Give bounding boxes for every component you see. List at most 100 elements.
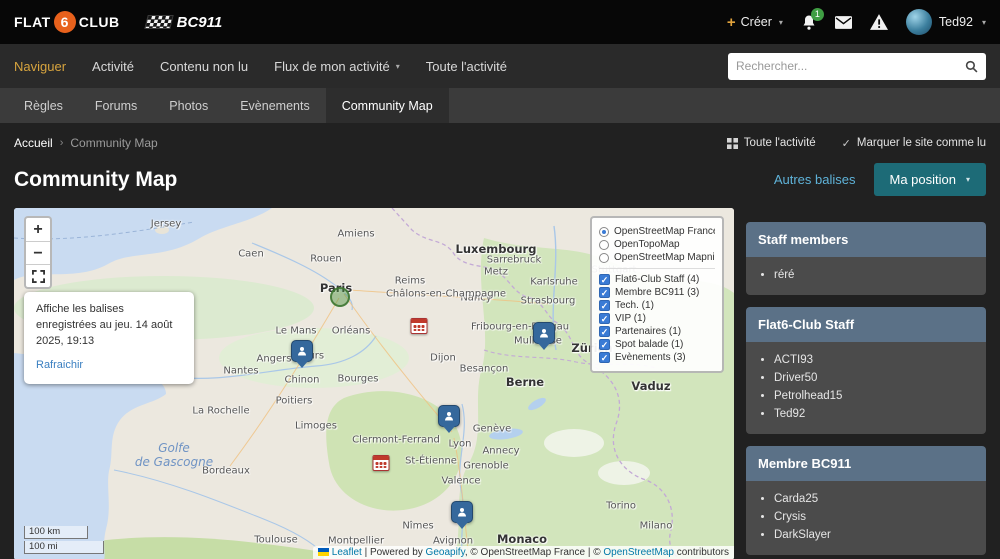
subnav-item-list: RèglesForumsPhotosEvènementsCommunity Ma… (8, 88, 449, 123)
layer-control[interactable]: OpenStreetMap France OpenTopoMap OpenStree… (590, 216, 724, 373)
logo-6-badge: 6 (54, 11, 76, 33)
person-icon (456, 506, 468, 518)
popup-text-line1: Affiche les balises (36, 302, 182, 318)
search-button[interactable] (965, 60, 978, 73)
event-calendar-marker[interactable] (373, 455, 390, 471)
ukraine-flag-icon (318, 548, 329, 556)
sidebar-group-title: Membre BC911 (746, 446, 986, 481)
member-pin-marker[interactable] (451, 501, 473, 530)
member-pin-marker[interactable] (291, 340, 313, 369)
attribution-text-tail: contributors (674, 547, 729, 558)
logo-bc911-text: BC911 (177, 14, 223, 31)
nav-item-naviguer[interactable]: Naviguer (14, 59, 66, 74)
page-title: Community Map (14, 168, 177, 192)
fullscreen-button[interactable] (26, 264, 50, 287)
base-layer-label: OpenStreetMap France (614, 226, 715, 237)
radio-icon (599, 253, 609, 263)
member-list: ACTI93Driver50Petrolhead15Ted92 (746, 342, 986, 434)
community-map[interactable]: ParisLuxembourgBerneVaduzMonacoZürichJer… (14, 208, 734, 559)
member-pin-marker[interactable] (533, 322, 555, 351)
base-layer-option[interactable]: OpenStreetMap Mapnik (599, 252, 715, 263)
member-link[interactable]: Carda25 (774, 490, 974, 508)
overlay-option[interactable]: ✓Evènements (3) (599, 352, 715, 363)
base-layer-label: OpenStreetMap Mapnik (614, 252, 715, 263)
member-link[interactable]: Driver50 (774, 369, 974, 387)
map-info-popup: Affiche les balises enregistrées au jeu.… (24, 292, 194, 384)
nav-item-toute-l-activit[interactable]: Toute l'activité (426, 59, 507, 74)
caret-down-icon: ▾ (982, 18, 986, 27)
base-layer-option[interactable]: OpenTopoMap (599, 239, 715, 250)
zoom-in-button[interactable]: + (26, 218, 50, 241)
all-activity-link[interactable]: Toute l'activité (727, 137, 816, 150)
overlay-option[interactable]: ✓Tech. (1) (599, 300, 715, 311)
member-link[interactable]: DarkSlayer (774, 526, 974, 544)
subnav-item-photos[interactable]: Photos (153, 88, 224, 123)
create-button[interactable]: + Créer ▾ (727, 14, 783, 31)
search-input[interactable] (736, 59, 965, 73)
pin-tail (296, 361, 308, 374)
user-menu[interactable]: Ted92 ▾ (906, 9, 986, 35)
notifications-button[interactable]: 1 (801, 14, 817, 31)
breadcrumb-home[interactable]: Accueil (14, 136, 53, 150)
logo-flat-text: FLAT (14, 14, 51, 30)
nav-item-flux-de-mon-activit[interactable]: Flux de mon activité▾ (274, 59, 400, 74)
sidebar-group-title: Staff members (746, 222, 986, 257)
mark-site-read-link[interactable]: ✓ Marquer le site comme lu (842, 137, 986, 150)
overlay-option[interactable]: ✓VIP (1) (599, 313, 715, 324)
nav-item-contenu-non-lu[interactable]: Contenu non lu (160, 59, 248, 74)
overlay-option[interactable]: ✓Flat6-Club Staff (4) (599, 274, 715, 285)
overlay-option[interactable]: ✓Partenaires (1) (599, 326, 715, 337)
pin-tail (538, 343, 550, 356)
grid-icon (727, 138, 738, 149)
member-link[interactable]: Crysis (774, 508, 974, 526)
checkbox-icon: ✓ (599, 339, 610, 350)
overlay-label: Tech. (1) (615, 300, 654, 311)
osm-link[interactable]: OpenStreetMap (603, 547, 674, 558)
top-actions: + Créer ▾ 1 Ted92 ▾ (727, 9, 986, 35)
nav-item-list: Naviguer Activité Contenu non lu Flux de mo… (14, 59, 507, 74)
member-link[interactable]: ACTI93 (774, 351, 974, 369)
overlay-label: Flat6-Club Staff (4) (615, 274, 699, 285)
envelope-icon (835, 16, 852, 29)
geoapify-link[interactable]: Geoapify (426, 547, 465, 558)
base-layer-option[interactable]: OpenStreetMap France (599, 226, 715, 237)
member-link[interactable]: Ted92 (774, 405, 974, 423)
calendar-icon (374, 456, 389, 460)
overlay-label: Partenaires (1) (615, 326, 681, 337)
messages-button[interactable] (835, 16, 852, 29)
overlay-option[interactable]: ✓Spot balade (1) (599, 339, 715, 350)
nav-item-activit[interactable]: Activité (92, 59, 134, 74)
scale-mi: 100 mi (24, 541, 104, 554)
zoom-out-button[interactable]: − (26, 241, 50, 264)
breadcrumb-row: Accueil › Community Map Toute l'activité… (0, 123, 1000, 159)
radio-icon (599, 240, 609, 250)
page-title-row: Community Map Autres balises Ma position… (0, 159, 1000, 208)
bc911-logo[interactable]: BC911 (146, 14, 223, 31)
leaflet-link[interactable]: Leaflet (332, 547, 362, 558)
overlay-option[interactable]: ✓Membre BC911 (3) (599, 287, 715, 298)
alerts-button[interactable] (870, 14, 888, 30)
pin-head (291, 340, 313, 362)
member-pin-marker[interactable] (438, 405, 460, 434)
member-link[interactable]: Petrolhead15 (774, 387, 974, 405)
person-icon (538, 327, 550, 339)
overlay-label: Membre BC911 (3) (615, 287, 699, 298)
subnav-item-community-map[interactable]: Community Map (326, 88, 449, 123)
overlay-layer-list: ✓Flat6-Club Staff (4)✓Membre BC911 (3)✓T… (599, 274, 715, 363)
member-link[interactable]: réré (774, 266, 974, 284)
content-area: ParisLuxembourgBerneVaduzMonacoZürichJer… (0, 208, 1000, 559)
attribution-text-powered: | Powered by (362, 547, 426, 558)
pin-tail (456, 522, 468, 535)
members-sidebar: Staff membersréréFlat6-Club StaffACTI93D… (746, 208, 986, 559)
my-position-button[interactable]: Ma position ▾ (874, 163, 987, 196)
subnav-item-ev-nements[interactable]: Evènements (224, 88, 325, 123)
overlay-label: Evènements (3) (615, 352, 686, 363)
subnav-item-r-gles[interactable]: Règles (8, 88, 79, 123)
forum-sub-navigation: RèglesForumsPhotosEvènementsCommunity Ma… (0, 88, 1000, 123)
flat6club-logo[interactable]: FLAT 6 CLUB (14, 11, 120, 33)
other-markers-link[interactable]: Autres balises (774, 172, 856, 187)
refresh-link[interactable]: Rafraichir (36, 358, 83, 374)
title-actions: Autres balises Ma position ▾ (774, 163, 986, 196)
event-calendar-marker[interactable] (411, 318, 428, 334)
subnav-item-forums[interactable]: Forums (79, 88, 153, 123)
